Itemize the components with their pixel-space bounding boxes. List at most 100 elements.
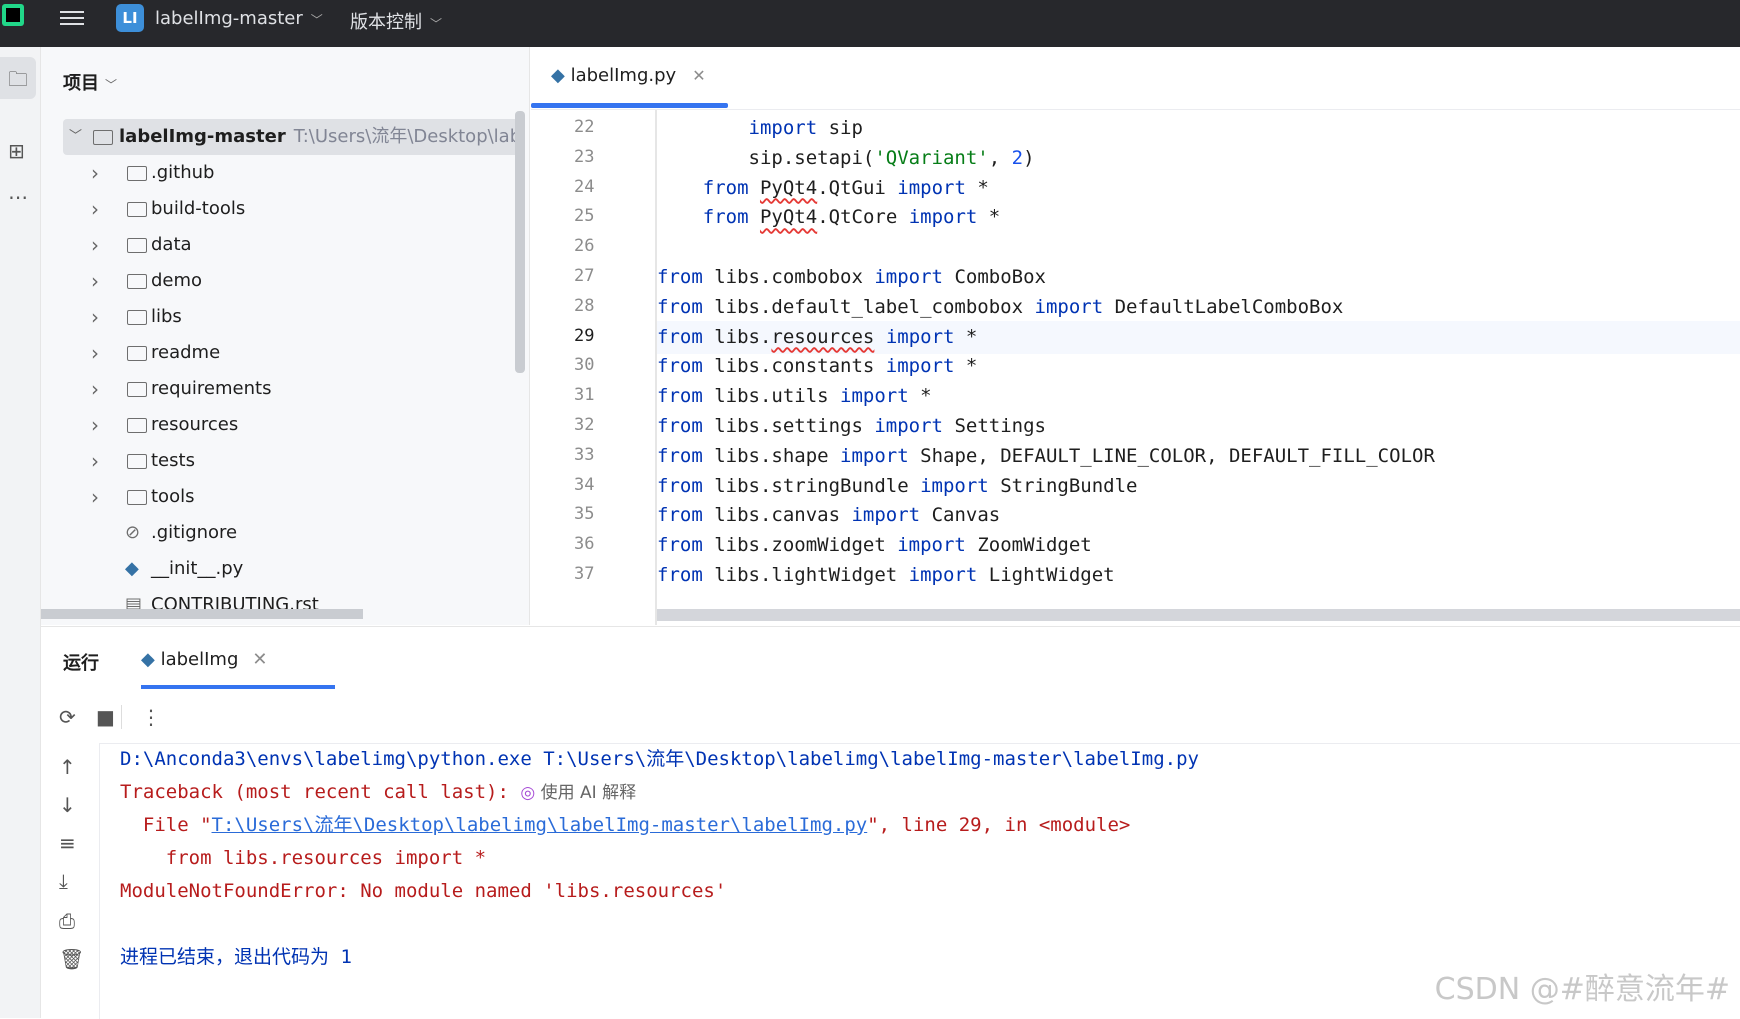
tree-item[interactable]: › tests [41, 443, 529, 479]
project-badge: LI [116, 4, 144, 32]
code-line[interactable]: from libs.constants import * [657, 350, 1740, 383]
more-icon[interactable]: ⋯ [8, 185, 28, 209]
soft-wrap-icon[interactable]: ≡ [59, 831, 76, 855]
tree-item-label: readme [151, 342, 221, 363]
project-name: labelImg-master [155, 8, 303, 29]
rerun-icon[interactable]: ⟳ [59, 705, 76, 729]
folder-icon [127, 238, 147, 253]
chevron-right-icon[interactable]: › [91, 299, 99, 335]
code-line[interactable]: from PyQt4.QtGui import * [657, 172, 1740, 205]
tree-item[interactable]: › build-tools [41, 191, 529, 227]
python-file-icon: ◆ [141, 649, 155, 670]
console-side-toolbar: ↑ ↓ ≡ ⤓ ⎙ 🗑 [41, 743, 100, 1019]
main-menu-icon[interactable] [60, 7, 84, 29]
folder-icon [127, 382, 147, 397]
structure-icon[interactable]: ⊞ [8, 139, 25, 163]
editor-tab[interactable]: ◆ labelImg.py ✕ [551, 65, 706, 86]
code-line[interactable]: from libs.lightWidget import LightWidget [657, 559, 1740, 592]
code-line[interactable]: from libs.resources import * [657, 320, 1740, 354]
horizontal-scrollbar[interactable] [657, 609, 1740, 621]
up-arrow-icon[interactable]: ↑ [59, 755, 76, 779]
chevron-down-icon[interactable]: ﹀ [69, 119, 82, 155]
tree-item[interactable]: › .github [41, 155, 529, 191]
tree-item[interactable]: › requirements [41, 371, 529, 407]
chevron-right-icon[interactable]: › [91, 335, 99, 371]
tree-root[interactable]: ﹀ labelImg-masterT:\Users\流年\Desktop\lab… [63, 119, 521, 155]
folder-icon[interactable]: 🗀 [8, 65, 28, 99]
line-number: 36 [574, 534, 595, 555]
tree-item[interactable]: › tools [41, 479, 529, 515]
tool-window-strip: 🗀 ⊞ ⋯ [0, 47, 41, 1018]
line-number-gutter: 22 23 24 25 26 27 28 29 30 31 32 33 34 35 36 37 [531, 110, 651, 625]
run-tab[interactable]: ◆ labelImg ✕ [141, 649, 267, 670]
code-line[interactable]: from PyQt4.QtCore import * [657, 201, 1740, 234]
scroll-to-end-icon[interactable]: ⤓ [59, 869, 68, 893]
trash-icon[interactable]: 🗑 [59, 947, 84, 971]
close-icon[interactable]: ✕ [252, 649, 267, 670]
code-line[interactable] [657, 231, 1740, 264]
tree-item[interactable]: › resources [41, 407, 529, 443]
chevron-right-icon[interactable]: › [91, 227, 99, 263]
code-line[interactable]: from libs.zoomWidget import ZoomWidget [657, 529, 1740, 562]
project-switcher[interactable]: labelImg-master ﹀ [155, 8, 323, 29]
code-line[interactable]: from libs.shape import Shape, DEFAULT_LI… [657, 440, 1740, 473]
code-area[interactable]: import sip sip.setapi('QVariant', 2) fro… [657, 110, 1740, 625]
code-line[interactable]: from libs.default_label_combobox import … [657, 291, 1740, 324]
stop-icon[interactable]: ■ [96, 705, 115, 729]
chevron-right-icon[interactable]: › [91, 263, 99, 299]
folder-icon [127, 346, 147, 361]
folder-icon [127, 490, 147, 505]
line-number: 30 [574, 355, 595, 376]
project-panel-header[interactable]: 项目 ﹀ [63, 69, 117, 95]
chevron-right-icon[interactable]: › [91, 479, 99, 515]
horizontal-scrollbar[interactable] [41, 609, 363, 619]
python-file-icon: ◆ [551, 65, 565, 86]
folder-icon [93, 130, 113, 145]
chevron-right-icon[interactable]: › [91, 443, 99, 479]
code-line[interactable]: from libs.utils import * [657, 380, 1740, 413]
chevron-down-icon: ﹀ [310, 13, 323, 27]
folder-icon [127, 166, 147, 181]
line-number: 29 [574, 325, 595, 346]
close-icon[interactable]: ✕ [692, 66, 705, 85]
console-exit-message: 进程已结束，退出代码为 1 [120, 946, 352, 968]
line-number: 23 [574, 146, 595, 167]
code-line[interactable]: sip.setapi('QVariant', 2) [657, 142, 1740, 175]
run-toolbar: ⟳ ■ ⋮ [41, 693, 1740, 744]
more-options-icon[interactable]: ⋮ [141, 705, 161, 729]
console-source-line: from libs.resources import * [120, 847, 487, 869]
code-line[interactable]: import sip [657, 112, 1740, 145]
tree-item[interactable]: › data [41, 227, 529, 263]
line-number: 27 [574, 266, 595, 286]
vertical-scrollbar[interactable] [515, 111, 525, 373]
toolbar-separator [121, 705, 122, 729]
code-line[interactable]: from libs.stringBundle import StringBund… [657, 470, 1740, 503]
print-icon[interactable]: ⎙ [59, 909, 75, 933]
line-number: 32 [574, 415, 595, 435]
vcs-label: 版本控制 [350, 12, 422, 33]
ignore-file-icon: ⊘ [125, 522, 141, 543]
tree-item[interactable]: ⊘ .gitignore [41, 515, 529, 551]
tree-item[interactable]: › libs [41, 299, 529, 335]
line-number: 28 [574, 295, 595, 316]
line-number: 31 [574, 385, 595, 406]
folder-icon [127, 454, 147, 469]
tree-item[interactable]: › demo [41, 263, 529, 299]
line-number: 33 [574, 444, 595, 465]
tree-item[interactable]: ◆ __init__.py [41, 551, 529, 587]
code-line[interactable]: from libs.combobox import ComboBox [657, 261, 1740, 294]
chevron-right-icon[interactable]: › [91, 191, 99, 227]
tree-item-label: demo [151, 270, 203, 291]
vcs-menu[interactable]: 版本控制 ﹀ [350, 8, 442, 34]
chevron-right-icon[interactable]: › [91, 371, 99, 407]
ai-explain-link[interactable]: ◎ 使用 AI 解释 [520, 783, 636, 803]
tree-item-label: .github [151, 162, 215, 183]
file-link[interactable]: T:\Users\流年\Desktop\labelimg\labelImg-ma… [212, 814, 868, 836]
chevron-right-icon[interactable]: › [91, 407, 99, 443]
code-line[interactable]: from libs.canvas import Canvas [657, 499, 1740, 532]
code-line[interactable]: from libs.settings import Settings [657, 410, 1740, 443]
down-arrow-icon[interactable]: ↓ [59, 793, 76, 817]
chevron-right-icon[interactable]: › [91, 155, 99, 191]
tree-item[interactable]: › readme [41, 335, 529, 371]
project-panel: 项目 ﹀ ﹀ labelImg-master T:\Users\流年\Desktop… [41, 47, 530, 625]
